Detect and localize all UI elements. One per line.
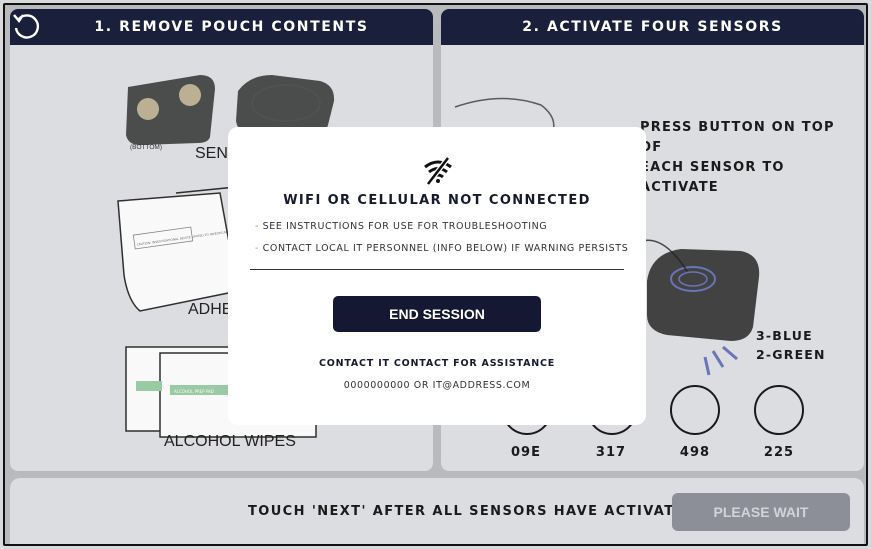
dialog-line-1: - SEE INSTRUCTIONS FOR USE FOR TROUBLESH… — [255, 221, 547, 232]
end-session-button[interactable]: END SESSION — [333, 296, 541, 332]
blink-indicator — [703, 345, 738, 376]
sensor-status-3 — [670, 385, 720, 435]
dialog-line-2: - CONTACT LOCAL IT PERSONNEL (INFO BELOW… — [255, 243, 628, 254]
sensor-id-1: 09E — [511, 445, 541, 460]
sensor-press-image — [636, 239, 760, 341]
wipe-label-text: ALCOHOL PREP PAD — [174, 389, 214, 394]
footer-message: TOUCH 'NEXT' AFTER ALL SENSORS HAVE ACTI… — [248, 504, 697, 519]
sensor-status-4 — [754, 385, 804, 435]
sensor-bottom-image — [126, 75, 215, 145]
dialog-line-1-text: SEE INSTRUCTIONS FOR USE FOR TROUBLESHOO… — [262, 221, 548, 232]
connection-warning-dialog: WIFI OR CELLULAR NOT CONNECTED - SEE INS… — [228, 127, 646, 425]
right-panel-title: 2. ACTIVATE FOUR SENSORS — [441, 9, 864, 45]
activation-instruction: PRESS BUTTON ON TOP OF EACH SENSOR TO AC… — [640, 118, 850, 198]
bullet-dash: - — [255, 243, 260, 254]
bullet-dash: - — [255, 221, 260, 232]
dialog-title: WIFI OR CELLULAR NOT CONNECTED — [283, 193, 591, 208]
back-arrow-icon[interactable] — [10, 10, 42, 42]
sensor-id-3: 498 — [679, 445, 711, 460]
blink-count-legend: 3-BLUE 2-GREEN — [756, 326, 826, 364]
contact-title: CONTACT IT CONTACT FOR ASSISTANCE — [318, 358, 556, 369]
alcohol-wipes-caption: ALCOHOL WIPES — [164, 433, 296, 450]
app-frame: 1. REMOVE POUCH CONTENTS (BOTTOM) CAUTIO… — [0, 0, 871, 549]
sensor-id-2: 317 — [595, 445, 627, 460]
please-wait-button[interactable]: PLEASE WAIT — [672, 493, 850, 531]
dialog-divider — [250, 269, 624, 270]
adhesive-caption: ADHE — [188, 301, 233, 318]
green-count: 2-GREEN — [756, 347, 826, 362]
instruction-line-2: EACH SENSOR TO ACTIVATE — [640, 160, 785, 195]
contact-info: 0000000000 OR IT@ADDRESS.COM — [343, 380, 531, 391]
bottom-caption: (BOTTOM) — [130, 144, 162, 151]
instruction-line-1: PRESS BUTTON ON TOP OF — [640, 120, 835, 155]
sensor-id-4: 225 — [763, 445, 795, 460]
wifi-off-icon — [424, 157, 452, 185]
left-panel-title: 1. REMOVE POUCH CONTENTS — [10, 9, 433, 45]
blue-count: 3-BLUE — [756, 328, 813, 343]
dialog-line-2-text: CONTACT LOCAL IT PERSONNEL (INFO BELOW) … — [262, 243, 629, 254]
